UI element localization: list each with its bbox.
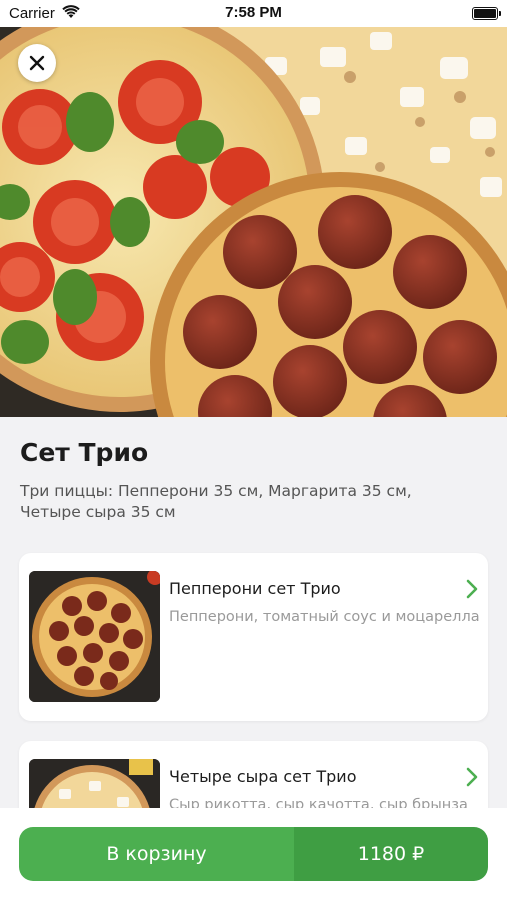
- close-button[interactable]: [18, 44, 56, 82]
- item-subtitle: Пепперони, томатный соус и моцарелла: [169, 609, 480, 625]
- product-image: [0, 27, 507, 417]
- chevron-right-icon: [466, 767, 478, 791]
- item-title: Пепперони сет Трио: [169, 579, 341, 598]
- item-image: [29, 571, 160, 702]
- product-info: Сет Трио Три пиццы: Пепперони 35 см, Мар…: [0, 417, 507, 523]
- status-bar: Carrier 7:58 PM: [0, 0, 507, 27]
- item-title: Четыре сыра сет Трио: [169, 767, 357, 786]
- product-description: Три пиццы: Пепперони 35 см, Маргарита 35…: [20, 482, 412, 521]
- add-to-cart-button[interactable]: В корзину 1180 ₽: [19, 827, 488, 881]
- cart-button-label: В корзину: [19, 827, 294, 881]
- cart-price: 1180 ₽: [294, 827, 488, 881]
- product-title: Сет Трио: [20, 438, 149, 467]
- list-item[interactable]: Пепперони сет Трио Пепперони, томатный с…: [19, 553, 488, 721]
- close-icon: [29, 55, 45, 71]
- chevron-right-icon: [466, 579, 478, 603]
- battery-icon: [472, 7, 501, 20]
- clock: 7:58 PM: [225, 4, 282, 21]
- bottom-bar: В корзину 1180 ₽: [0, 808, 507, 900]
